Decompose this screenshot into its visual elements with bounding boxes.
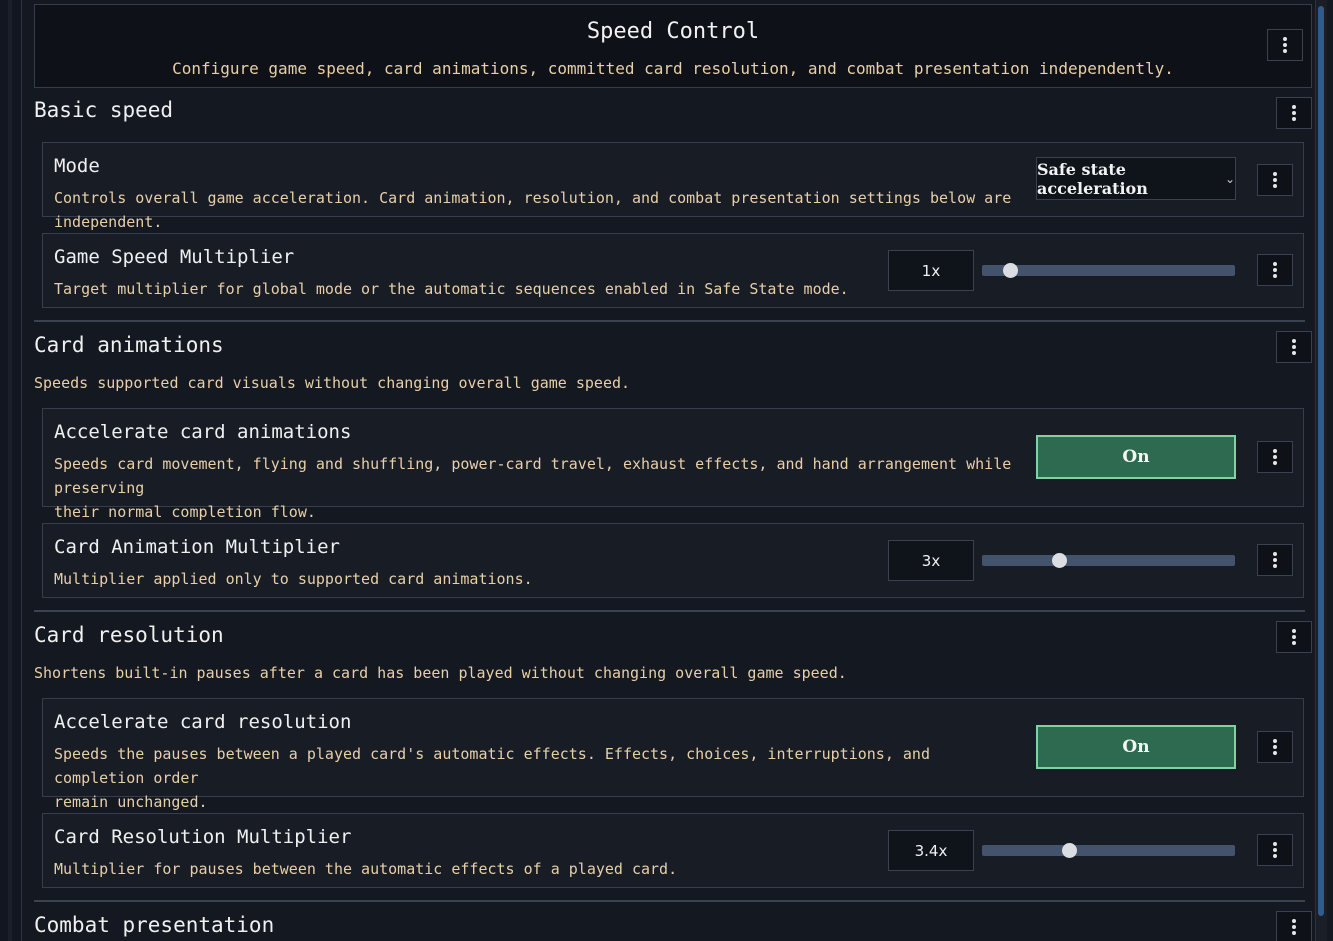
slider-thumb[interactable] xyxy=(1002,263,1018,278)
card-resolution-multiplier-slider[interactable] xyxy=(982,843,1235,858)
description-line-2: their normal completion flow. xyxy=(54,503,316,521)
card-animations-menu-button[interactable] xyxy=(1276,331,1312,363)
mode-selected-value: Safe state acceleration xyxy=(1037,159,1148,198)
accelerate-card-animations-menu-button[interactable] xyxy=(1257,441,1293,473)
basic-speed-menu-button[interactable] xyxy=(1276,97,1312,129)
page-subtitle: Configure game speed, card animations, c… xyxy=(172,59,1174,78)
more-vertical-icon xyxy=(1292,919,1296,935)
game-speed-multiplier-menu-button[interactable] xyxy=(1257,254,1293,286)
card-resolution-multiplier-title: Card Resolution Multiplier xyxy=(54,826,352,848)
game-speed-multiplier-setting: Game Speed Multiplier Target multiplier … xyxy=(42,233,1304,308)
page-title: Speed Control xyxy=(586,19,760,44)
slider-thumb[interactable] xyxy=(1052,553,1068,568)
card-resolution-multiplier-input[interactable]: 3.4x xyxy=(888,830,974,871)
more-vertical-icon xyxy=(1292,339,1296,355)
game-speed-multiplier-slider[interactable] xyxy=(982,263,1235,278)
accelerate-card-animations-description: Speeds card movement, flying and shuffli… xyxy=(54,452,1014,524)
mode-setting: Mode Controls overall game acceleration.… xyxy=(42,142,1304,231)
card-resolution-description: Shortens built-in pauses after a card ha… xyxy=(34,664,847,682)
accelerate-card-resolution-setting: Accelerate card resolution Speeds the pa… xyxy=(42,698,1304,811)
rail-line xyxy=(8,0,12,941)
accelerate-card-animations-toggle[interactable]: On xyxy=(1036,435,1236,479)
section-title-card-resolution: Card resolution xyxy=(34,623,224,647)
card-animation-multiplier-title: Card Animation Multiplier xyxy=(54,536,340,558)
card-resolution-multiplier-description: Multiplier for pauses between the automa… xyxy=(54,860,678,878)
left-rail xyxy=(0,0,22,941)
more-vertical-icon xyxy=(1273,449,1277,465)
more-vertical-icon xyxy=(1283,37,1287,53)
card-animation-multiplier-slider[interactable] xyxy=(982,553,1235,568)
panel-header: Speed Control Configure game speed, card… xyxy=(34,4,1312,88)
card-animation-multiplier-setting: Card Animation Multiplier Multiplier app… xyxy=(42,523,1304,598)
section-divider xyxy=(34,900,1305,902)
section-divider xyxy=(34,610,1305,612)
game-speed-multiplier-title: Game Speed Multiplier xyxy=(54,246,295,268)
mode-description: Controls overall game acceleration. Card… xyxy=(54,189,1012,231)
game-speed-multiplier-input[interactable]: 1x xyxy=(888,250,974,291)
card-resolution-menu-button[interactable] xyxy=(1276,621,1312,653)
card-animation-multiplier-input[interactable]: 3x xyxy=(888,540,974,581)
card-animations-description: Speeds supported card visuals without ch… xyxy=(34,374,631,392)
accelerate-card-resolution-description: Speeds the pauses between a played card'… xyxy=(54,742,1014,814)
speed-control-panel: Speed Control Configure game speed, card… xyxy=(34,0,1312,941)
accelerate-card-resolution-title: Accelerate card resolution xyxy=(54,711,352,733)
mode-dropdown[interactable]: Safe state acceleration ⌄ xyxy=(1036,157,1236,200)
accelerate-card-animations-title: Accelerate card animations xyxy=(54,421,352,443)
description-line-2: remain unchanged. xyxy=(54,793,208,811)
section-title-card-animations: Card animations xyxy=(34,333,224,357)
card-animation-multiplier-description: Multiplier applied only to supported car… xyxy=(54,570,533,588)
slider-thumb[interactable] xyxy=(1062,843,1078,858)
more-vertical-icon xyxy=(1273,739,1277,755)
card-resolution-multiplier-setting: Card Resolution Multiplier Multiplier fo… xyxy=(42,813,1304,888)
accelerate-card-resolution-menu-button[interactable] xyxy=(1257,731,1293,763)
section-title-combat-presentation: Combat presentation xyxy=(34,913,275,937)
header-menu-button[interactable] xyxy=(1267,29,1303,61)
accelerate-card-resolution-toggle[interactable]: On xyxy=(1036,725,1236,769)
more-vertical-icon xyxy=(1273,842,1277,858)
card-animation-multiplier-menu-button[interactable] xyxy=(1257,544,1293,576)
game-speed-multiplier-description: Target multiplier for global mode or the… xyxy=(54,280,849,298)
vertical-scrollbar[interactable] xyxy=(1315,0,1327,941)
scrollbar-thumb[interactable] xyxy=(1318,6,1324,916)
section-divider xyxy=(34,320,1305,322)
accelerate-card-animations-setting: Accelerate card animations Speeds card m… xyxy=(42,408,1304,521)
more-vertical-icon xyxy=(1273,172,1277,188)
description-line-1: Speeds the pauses between a played card'… xyxy=(54,745,930,787)
section-title-basic-speed: Basic speed xyxy=(34,98,174,122)
description-line-1: Speeds card movement, flying and shuffli… xyxy=(54,455,1012,497)
mode-menu-button[interactable] xyxy=(1257,164,1293,196)
combat-presentation-menu-button[interactable] xyxy=(1276,911,1312,941)
card-resolution-multiplier-menu-button[interactable] xyxy=(1257,834,1293,866)
more-vertical-icon xyxy=(1292,105,1296,121)
more-vertical-icon xyxy=(1292,629,1296,645)
more-vertical-icon xyxy=(1273,262,1277,278)
mode-title: Mode xyxy=(54,155,100,177)
chevron-down-icon: ⌄ xyxy=(1224,171,1235,186)
more-vertical-icon xyxy=(1273,552,1277,568)
